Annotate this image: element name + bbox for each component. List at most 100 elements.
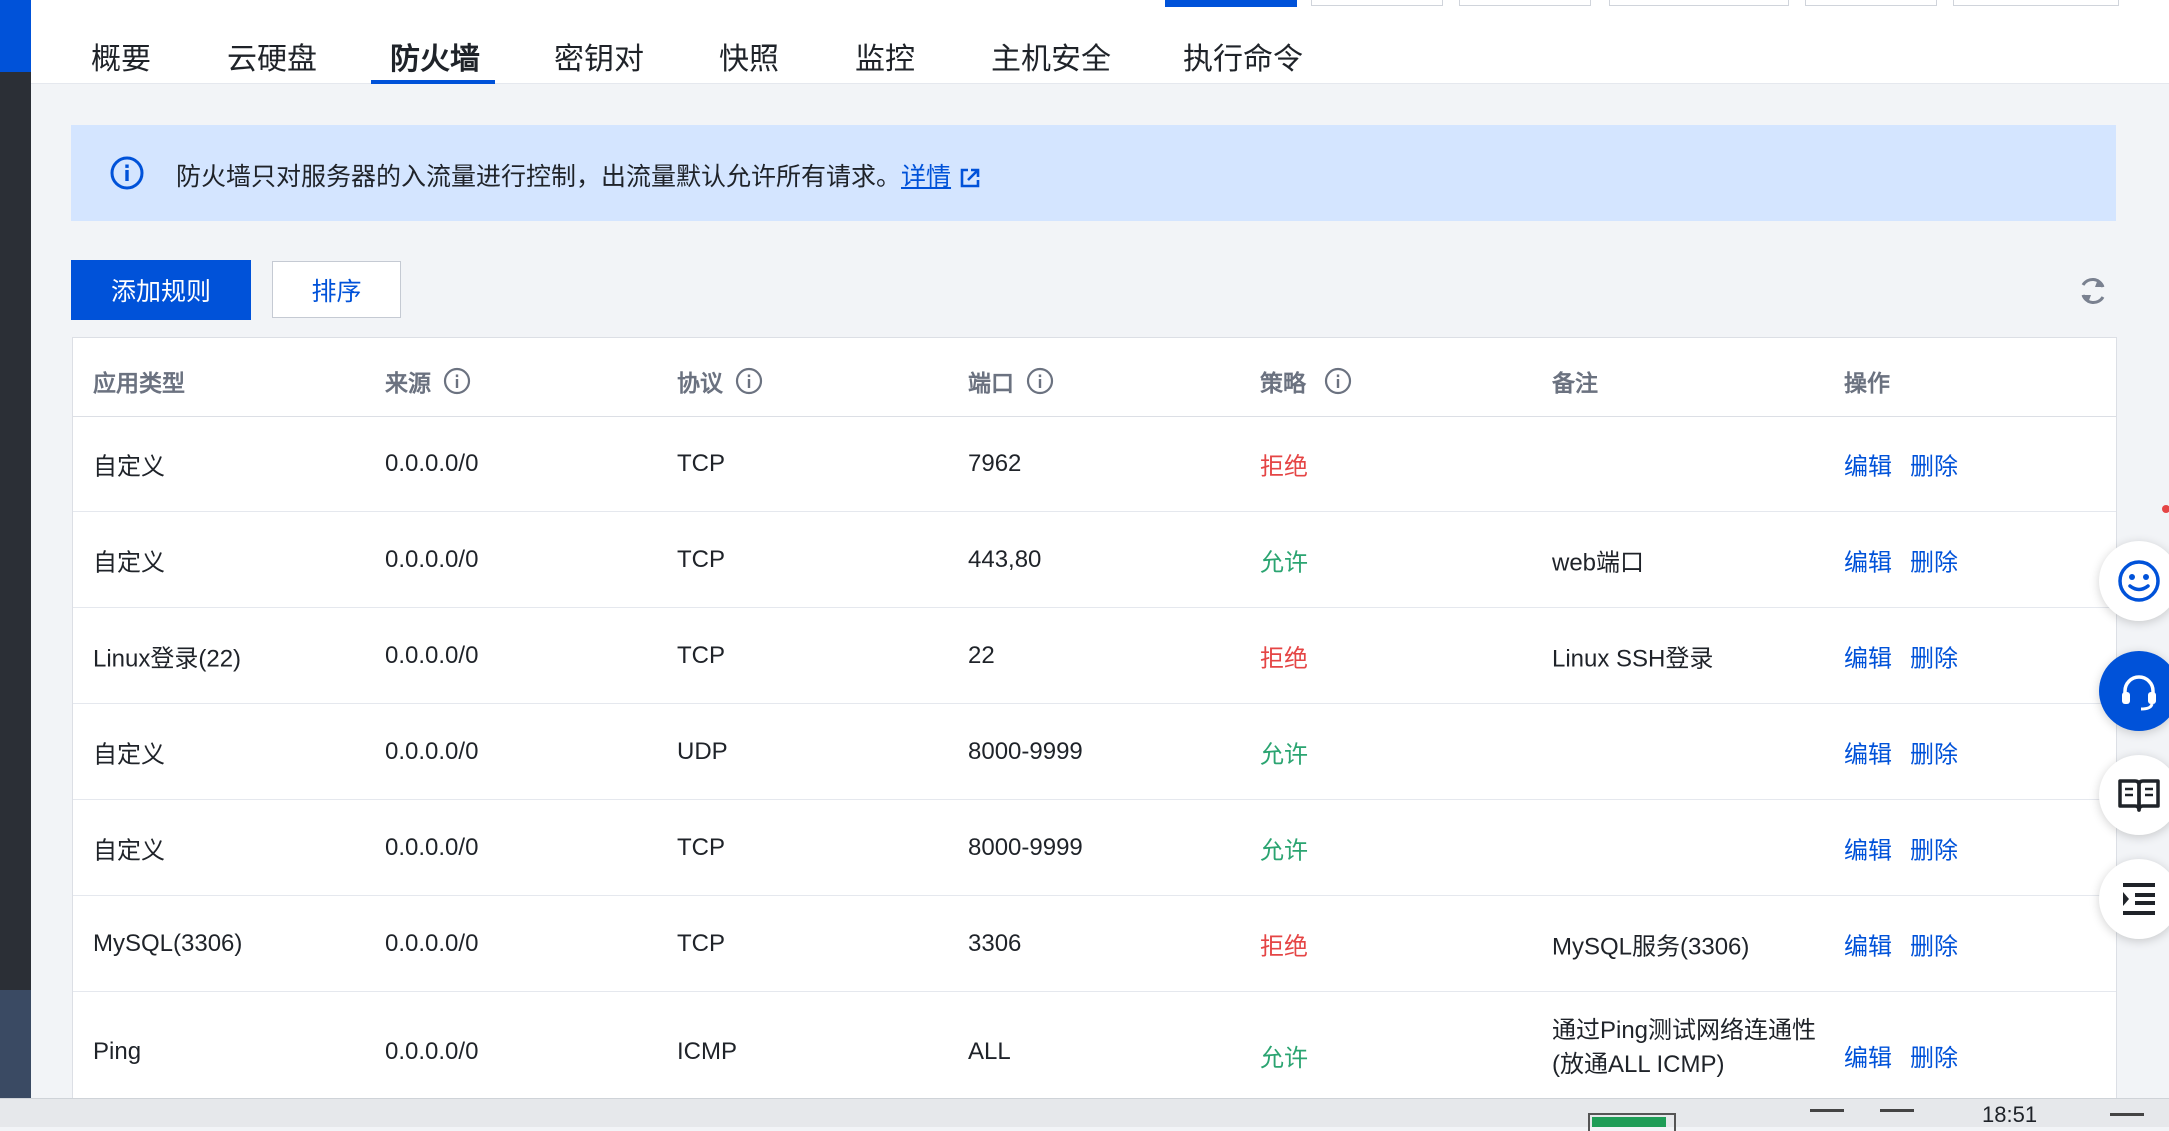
cell-app-type: Linux登录(22) <box>93 645 242 672</box>
cell-app-type: 自定义 <box>93 837 165 864</box>
delete-button[interactable]: 删除 <box>1910 453 1958 480</box>
cell-app-type: Ping <box>93 1038 142 1065</box>
float-docs-button[interactable] <box>2099 755 2169 835</box>
tab-overview[interactable]: 概要 <box>91 34 151 78</box>
table-row: MySQL(3306) 0.0.0.0/0 TCP 3306 拒绝 MySQL服… <box>73 896 2116 992</box>
edit-button[interactable]: 编辑 <box>1844 453 1892 480</box>
cell-source: 0.0.0.0/0 <box>385 737 479 765</box>
cell-port: ALL <box>968 1038 1011 1065</box>
firewall-rules-table: 应用类型 来源 协议 端口 策略 备注 操作 自定义 0.0.0.0/0 TCP… <box>72 337 2117 1099</box>
cell-source: 0.0.0.0/0 <box>385 833 479 861</box>
tab-key-pair[interactable]: 密钥对 <box>554 34 644 78</box>
tab-cloud-disk[interactable]: 云硬盘 <box>227 34 317 78</box>
float-smile-button[interactable] <box>2099 541 2169 621</box>
column-header-app-type: 应用类型 <box>93 370 185 396</box>
cell-note: 通过Ping测试网络连通性(放通ALL ICMP) <box>1552 1017 1817 1078</box>
tray-icon[interactable] <box>2110 1113 2144 1116</box>
tab-run-command[interactable]: 执行命令 <box>1183 34 1303 78</box>
table-row: 自定义 0.0.0.0/0 TCP 7962 拒绝 编辑 删除 <box>73 416 2116 512</box>
cell-actions: 编辑 删除 <box>1844 926 1976 961</box>
cell-note: web端口 <box>1552 549 1645 576</box>
info-notice: 防火墙只对服务器的入流量进行控制，出流量默认允许所有请求。详情 <box>71 125 2116 221</box>
tab-snapshot[interactable]: 快照 <box>719 34 779 78</box>
column-header-protocol: 协议 <box>677 364 763 398</box>
cell-policy: 拒绝 <box>1260 453 1308 480</box>
top-partial-button-5[interactable] <box>1805 0 1937 6</box>
left-accent-bar <box>0 0 31 72</box>
top-partial-button-1[interactable] <box>1165 0 1297 7</box>
column-header-port: 端口 <box>968 364 1054 398</box>
delete-button[interactable]: 删除 <box>1910 1045 1958 1072</box>
cell-source: 0.0.0.0/0 <box>385 545 479 573</box>
cell-port: 3306 <box>968 929 1022 957</box>
add-rule-button[interactable]: 添加规则 <box>71 260 251 320</box>
top-partial-button-4[interactable] <box>1609 0 1789 6</box>
cell-protocol: ICMP <box>677 1038 737 1065</box>
info-icon[interactable] <box>1026 367 1054 395</box>
tray-icon[interactable] <box>1880 1109 1914 1112</box>
edit-button[interactable]: 编辑 <box>1844 741 1892 768</box>
cell-actions: 编辑 删除 <box>1844 734 1976 769</box>
table-header: 应用类型 来源 协议 端口 策略 备注 操作 <box>73 338 2116 417</box>
edit-button[interactable]: 编辑 <box>1844 933 1892 960</box>
top-partial-button-6[interactable] <box>1953 0 2119 6</box>
cell-port: 443,80 <box>968 545 1042 573</box>
headset-icon <box>2122 675 2156 711</box>
tab-bar: 概要 云硬盘 防火墙 密钥对 快照 监控 主机安全 执行命令 <box>31 0 2169 84</box>
edit-button[interactable]: 编辑 <box>1844 837 1892 864</box>
cell-protocol: TCP <box>677 545 725 573</box>
edit-button[interactable]: 编辑 <box>1844 549 1892 576</box>
cell-policy: 拒绝 <box>1260 645 1308 672</box>
delete-button[interactable]: 删除 <box>1910 837 1958 864</box>
sort-button[interactable]: 排序 <box>272 261 401 318</box>
notice-details-link[interactable]: 详情 <box>901 163 951 191</box>
top-partial-button-2[interactable] <box>1311 0 1443 6</box>
list-indent-icon <box>2123 883 2155 915</box>
cell-policy: 允许 <box>1260 1045 1308 1072</box>
taskbar-clock: 18:51 <box>1982 1102 2038 1127</box>
delete-button[interactable]: 删除 <box>1910 741 1958 768</box>
delete-button[interactable]: 删除 <box>1910 549 1958 576</box>
cell-app-type: 自定义 <box>93 453 165 480</box>
info-icon[interactable] <box>443 367 471 395</box>
float-menu-button[interactable] <box>2099 859 2169 939</box>
float-support-button[interactable] <box>2099 651 2169 731</box>
tab-host-security[interactable]: 主机安全 <box>991 34 1111 78</box>
refresh-icon[interactable] <box>2076 274 2110 308</box>
cell-policy: 拒绝 <box>1260 933 1308 960</box>
info-icon[interactable] <box>1324 367 1352 395</box>
top-partial-button-3[interactable] <box>1459 0 1591 6</box>
cell-note: MySQL服务(3306) <box>1552 933 1750 960</box>
delete-button[interactable]: 删除 <box>1910 933 1958 960</box>
cell-protocol: TCP <box>677 449 725 477</box>
cell-actions: 编辑 删除 <box>1844 446 1976 481</box>
sidebar-graphic <box>0 990 31 1100</box>
cell-policy: 允许 <box>1260 741 1308 768</box>
info-icon <box>110 156 144 190</box>
cell-app-type: 自定义 <box>93 741 165 768</box>
column-header-source: 来源 <box>385 364 471 398</box>
cell-port: 8000-9999 <box>968 737 1083 765</box>
edit-button[interactable]: 编辑 <box>1844 645 1892 672</box>
cell-protocol: TCP <box>677 833 725 861</box>
tray-icon[interactable] <box>1810 1109 1844 1112</box>
table-row: 自定义 0.0.0.0/0 TCP 443,80 允许 web端口 编辑 删除 <box>73 512 2116 608</box>
cell-actions: 编辑 删除 <box>1844 830 1976 865</box>
cell-policy: 允许 <box>1260 549 1308 576</box>
tab-monitoring[interactable]: 监控 <box>855 34 915 78</box>
cell-actions: 编辑 删除 <box>1844 638 1976 673</box>
tab-firewall[interactable]: 防火墙 <box>390 34 480 78</box>
edit-button[interactable]: 编辑 <box>1844 1045 1892 1072</box>
cell-protocol: TCP <box>677 929 725 957</box>
column-header-note: 备注 <box>1552 370 1598 396</box>
table-row: Linux登录(22) 0.0.0.0/0 TCP 22 拒绝 Linux SS… <box>73 608 2116 704</box>
notification-dot <box>2162 505 2169 513</box>
cell-app-type: 自定义 <box>93 549 165 576</box>
external-link-icon[interactable] <box>959 167 981 189</box>
delete-button[interactable]: 删除 <box>1910 645 1958 672</box>
info-icon[interactable] <box>735 367 763 395</box>
cell-source: 0.0.0.0/0 <box>385 929 479 957</box>
left-sidebar-strip <box>0 0 31 1100</box>
column-header-policy: 策略 <box>1260 364 1352 398</box>
table-row: 自定义 0.0.0.0/0 UDP 8000-9999 允许 编辑 删除 <box>73 704 2116 800</box>
